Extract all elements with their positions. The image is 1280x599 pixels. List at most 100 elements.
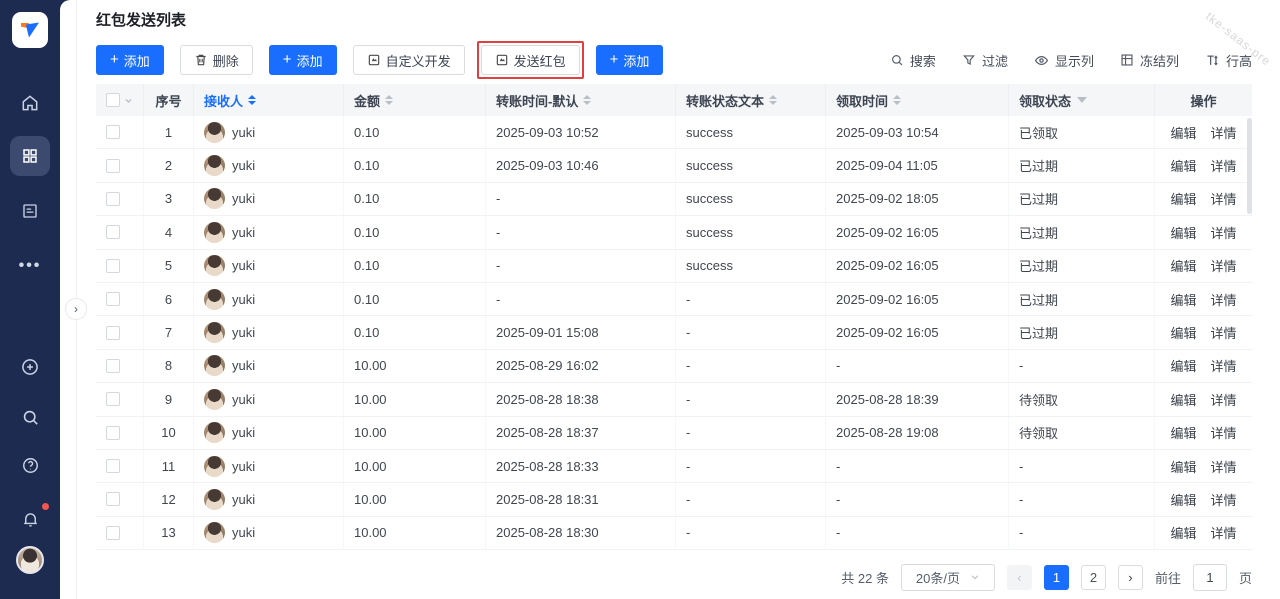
filter-tool[interactable]: 过滤: [962, 51, 1008, 70]
edit-link[interactable]: 编辑: [1170, 256, 1196, 275]
sort-icon[interactable]: [583, 95, 591, 105]
sidebar-item-help[interactable]: [0, 451, 60, 479]
row-checkbox[interactable]: [106, 125, 120, 139]
sort-icon[interactable]: [385, 95, 393, 105]
select-all-checkbox[interactable]: [106, 93, 120, 107]
add-button-1[interactable]: + 添加: [96, 45, 164, 75]
header-transfer-time[interactable]: 转账时间-默认: [486, 84, 676, 116]
sidebar-item-apps[interactable]: [0, 142, 60, 170]
edit-link[interactable]: 编辑: [1170, 423, 1196, 442]
receiver-avatar: [204, 389, 225, 410]
row-checkbox[interactable]: [106, 526, 120, 540]
detail-link[interactable]: 详情: [1211, 123, 1237, 142]
edit-link[interactable]: 编辑: [1170, 189, 1196, 208]
freeze-columns-tool[interactable]: 冻结列: [1120, 51, 1179, 70]
filter-caret-icon[interactable]: [1077, 97, 1087, 103]
row-actions-cell: 编辑 详情: [1155, 116, 1252, 148]
table-row: 2 yuki 0.10 2025-09-03 10:46 success 202…: [96, 149, 1252, 182]
row-height-tool[interactable]: 行高: [1205, 51, 1252, 70]
edit-link[interactable]: 编辑: [1170, 356, 1196, 375]
row-checkbox[interactable]: [106, 492, 120, 506]
sidebar-item-more[interactable]: •••: [0, 252, 60, 280]
sidebar-item-create[interactable]: [0, 353, 60, 381]
custom-dev-button[interactable]: 自定义开发: [353, 45, 465, 75]
sort-icon[interactable]: [893, 95, 901, 105]
row-checkbox[interactable]: [106, 426, 120, 440]
detail-link[interactable]: 详情: [1211, 256, 1237, 275]
row-checkbox[interactable]: [106, 359, 120, 373]
detail-link[interactable]: 详情: [1211, 356, 1237, 375]
row-claim-time-cell: 2025-09-02 16:05: [826, 216, 1009, 248]
row-checkbox[interactable]: [106, 225, 120, 239]
sidebar-item-notifications[interactable]: [0, 505, 60, 533]
search-tool[interactable]: 搜索: [890, 51, 936, 70]
row-transfer-status-cell: success: [676, 250, 826, 282]
detail-link[interactable]: 详情: [1211, 523, 1237, 542]
sort-icon[interactable]: [769, 95, 777, 105]
edit-link[interactable]: 编辑: [1170, 290, 1196, 309]
page-2-button[interactable]: 2: [1081, 565, 1106, 590]
row-transfer-status-cell: success: [676, 183, 826, 215]
detail-link[interactable]: 详情: [1211, 156, 1237, 175]
detail-link[interactable]: 详情: [1211, 323, 1237, 342]
table-row: 12 yuki 10.00 2025-08-28 18:31 - - - 编辑 …: [96, 483, 1252, 516]
table-row: 11 yuki 10.00 2025-08-28 18:33 - - - 编辑 …: [96, 450, 1252, 483]
detail-link[interactable]: 详情: [1211, 290, 1237, 309]
row-checkbox[interactable]: [106, 392, 120, 406]
edit-link[interactable]: 编辑: [1170, 323, 1196, 342]
add-button-3[interactable]: + 添加: [596, 45, 664, 75]
edit-link[interactable]: 编辑: [1170, 490, 1196, 509]
receiver-avatar: [204, 222, 225, 243]
prev-page-button[interactable]: ‹: [1007, 565, 1032, 590]
row-index-cell: 13: [144, 517, 194, 549]
app-logo[interactable]: [12, 12, 48, 48]
row-amount-cell: 0.10: [344, 216, 486, 248]
header-receiver[interactable]: 接收人: [194, 84, 344, 116]
detail-link[interactable]: 详情: [1211, 189, 1237, 208]
sidebar-item-search[interactable]: [0, 403, 60, 431]
row-checkbox[interactable]: [106, 259, 120, 273]
detail-link[interactable]: 详情: [1211, 390, 1237, 409]
header-index[interactable]: 序号: [144, 84, 194, 116]
delete-button[interactable]: 删除: [180, 45, 253, 75]
row-checkbox[interactable]: [106, 326, 120, 340]
header-claim-status[interactable]: 领取状态: [1009, 84, 1155, 116]
sidebar-item-docs[interactable]: [0, 197, 60, 225]
edit-link[interactable]: 编辑: [1170, 457, 1196, 476]
detail-link[interactable]: 详情: [1211, 223, 1237, 242]
panel-expand-toggle[interactable]: ›: [65, 298, 87, 320]
header-transfer-status[interactable]: 转账状态文本: [676, 84, 826, 116]
detail-link[interactable]: 详情: [1211, 423, 1237, 442]
detail-link[interactable]: 详情: [1211, 490, 1237, 509]
row-checkbox[interactable]: [106, 292, 120, 306]
row-checkbox[interactable]: [106, 459, 120, 473]
header-select-all[interactable]: [96, 84, 144, 116]
page-1-button[interactable]: 1: [1044, 565, 1069, 590]
header-amount[interactable]: 金额: [344, 84, 486, 116]
row-checkbox[interactable]: [106, 192, 120, 206]
row-receiver-cell: yuki: [194, 183, 344, 215]
table-row: 1 yuki 0.10 2025-09-03 10:52 success 202…: [96, 116, 1252, 149]
next-page-button[interactable]: ›: [1118, 565, 1143, 590]
table-scrollbar-thumb[interactable]: [1247, 118, 1252, 214]
send-redpacket-button[interactable]: 发送红包: [481, 45, 580, 75]
sidebar-user-avatar[interactable]: [0, 546, 60, 574]
detail-link[interactable]: 详情: [1211, 457, 1237, 476]
row-checkbox[interactable]: [106, 159, 120, 173]
edit-link[interactable]: 编辑: [1170, 523, 1196, 542]
row-select-cell: [96, 450, 144, 482]
edit-link[interactable]: 编辑: [1170, 123, 1196, 142]
sort-icon[interactable]: [248, 95, 256, 105]
sidebar-item-home[interactable]: [0, 89, 60, 117]
edit-link[interactable]: 编辑: [1170, 390, 1196, 409]
row-transfer-time-cell: 2025-08-28 18:38: [486, 383, 676, 415]
edit-link[interactable]: 编辑: [1170, 156, 1196, 175]
header-claim-time[interactable]: 领取时间: [826, 84, 1009, 116]
page-size-select[interactable]: 20条/页: [901, 564, 995, 591]
edit-link[interactable]: 编辑: [1170, 223, 1196, 242]
row-receiver-cell: yuki: [194, 350, 344, 382]
add-button-2[interactable]: + 添加: [269, 45, 337, 75]
show-columns-tool[interactable]: 显示列: [1034, 51, 1094, 70]
goto-page-input[interactable]: [1193, 564, 1227, 591]
row-actions-cell: 编辑 详情: [1155, 216, 1252, 248]
